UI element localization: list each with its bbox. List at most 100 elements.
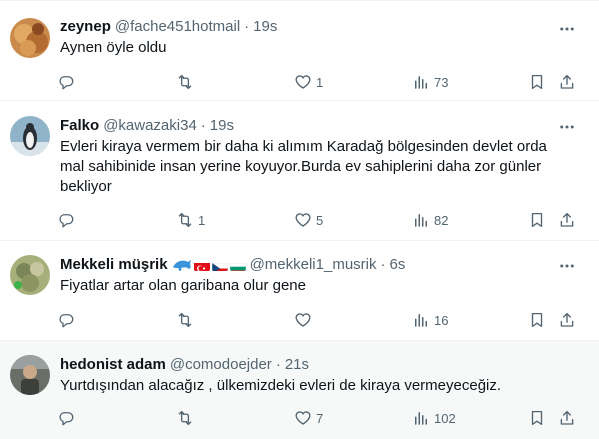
separator-dot: · — [380, 256, 386, 273]
retweet-icon — [178, 312, 192, 328]
display-name[interactable]: hedonist adam — [60, 355, 166, 375]
user-handle[interactable]: @kawazaki34 — [103, 116, 197, 136]
reply-button[interactable] — [57, 310, 79, 330]
tweet-text: Yurtdışından alacağız , ülkemizdeki evle… — [60, 376, 580, 396]
tweet[interactable]: hedonist adam @comodoejder · 21s Yurtdış… — [0, 341, 599, 439]
more-options-icon[interactable] — [557, 117, 577, 137]
tweet-text-line: Aynen öyle oldu — [60, 39, 167, 56]
reply-button[interactable] — [57, 72, 79, 92]
like-button[interactable]: 1 — [294, 72, 323, 92]
heart-icon — [295, 75, 311, 89]
views-button[interactable]: 102 — [412, 408, 456, 428]
tweet-header: hedonist adam @comodoejder · 21s — [60, 355, 309, 375]
display-name[interactable]: zeynep — [60, 17, 111, 37]
like-count: 7 — [316, 410, 324, 426]
share-button[interactable] — [558, 408, 576, 428]
tweet-actions: 1 73 — [52, 72, 582, 92]
tweet-actions: 1 5 82 — [52, 210, 582, 230]
display-name[interactable]: Falko — [60, 116, 99, 136]
tweet-text: Aynen öyle oldu — [60, 38, 580, 58]
views-button[interactable]: 73 — [412, 72, 448, 92]
timestamp[interactable]: 19s — [253, 17, 277, 37]
heart-icon — [295, 313, 311, 327]
tweet-text-line: mal sahibinide insan yerine koyuyor.Burd… — [60, 158, 542, 175]
tweet-text: Fiyatlar artar olan garibana olur gene — [60, 276, 580, 296]
avatar[interactable] — [10, 18, 50, 58]
avatar[interactable] — [10, 255, 50, 295]
bookmark-button[interactable] — [528, 310, 546, 330]
share-icon — [560, 410, 574, 425]
views-button[interactable]: 16 — [412, 310, 448, 330]
retweet-button[interactable] — [176, 408, 198, 428]
avatar[interactable] — [10, 116, 50, 156]
display-name[interactable]: Mekkeli müşrik — [60, 255, 168, 275]
like-count: 5 — [316, 212, 324, 228]
tweet-text: Evleri kiraya vermem bir daha ki alımım … — [60, 137, 580, 197]
reply-icon — [59, 412, 74, 426]
bookmark-icon — [531, 74, 543, 90]
more-options-icon[interactable] — [557, 256, 577, 276]
view-count: 16 — [434, 312, 449, 328]
user-handle[interactable]: @fache451hotmail — [115, 17, 240, 37]
view-count: 102 — [434, 410, 456, 426]
like-button[interactable]: 7 — [294, 408, 323, 428]
reply-icon — [59, 214, 74, 228]
tweet-text-line: Evleri kiraya vermem bir daha ki alımım … — [60, 138, 547, 155]
name-emojis — [172, 258, 246, 272]
views-button[interactable]: 82 — [412, 210, 448, 230]
czech-flag-icon — [211, 260, 228, 271]
reply-icon — [59, 314, 74, 328]
like-button[interactable] — [294, 310, 316, 330]
retweet-button[interactable] — [176, 310, 198, 330]
tweet[interactable]: Mekkeli müşrik @mekkeli1_musrik · 6s Fiy… — [0, 241, 599, 341]
tweet-actions: 16 — [52, 310, 582, 330]
retweet-count: 1 — [198, 212, 206, 228]
view-count: 82 — [434, 212, 449, 228]
timestamp[interactable]: 21s — [285, 355, 309, 375]
like-button[interactable]: 5 — [294, 210, 323, 230]
timestamp[interactable]: 19s — [210, 116, 234, 136]
tweet-header: zeynep @fache451hotmail · 19s — [60, 17, 277, 37]
retweet-button[interactable]: 1 — [176, 210, 205, 230]
analytics-icon — [415, 214, 427, 227]
tweet-text-line: Yurtdışından alacağız , ülkemizdeki evle… — [60, 377, 502, 394]
tweet[interactable]: Falko @kawazaki34 · 19s Evleri kiraya ve… — [0, 101, 599, 241]
dolphin-icon — [172, 260, 191, 271]
user-handle[interactable]: @mekkeli1_musrik — [250, 255, 377, 275]
tweet-text-line: bekliyor — [60, 178, 112, 195]
reply-icon — [59, 76, 74, 90]
timestamp[interactable]: 6s — [389, 255, 405, 275]
tweet-header: Falko @kawazaki34 · 19s — [60, 116, 234, 136]
share-icon — [560, 212, 574, 227]
bookmark-icon — [531, 410, 543, 426]
analytics-icon — [415, 76, 427, 89]
tweet-actions: 7 102 — [52, 408, 582, 428]
more-options-icon[interactable] — [557, 19, 577, 39]
separator-dot: · — [244, 18, 250, 35]
analytics-icon — [415, 314, 427, 327]
share-button[interactable] — [558, 310, 576, 330]
bookmark-button[interactable] — [528, 72, 546, 92]
like-count: 1 — [316, 74, 324, 90]
heart-icon — [295, 411, 311, 425]
bookmark-button[interactable] — [528, 210, 546, 230]
user-handle[interactable]: @comodoejder — [170, 355, 272, 375]
bookmark-icon — [531, 212, 543, 228]
retweet-icon — [178, 410, 192, 426]
share-icon — [560, 312, 574, 327]
retweet-icon — [178, 212, 192, 228]
tweet[interactable]: zeynep @fache451hotmail · 19s Aynen öyle… — [0, 1, 599, 101]
separator-dot: · — [275, 356, 281, 373]
turkey-flag-icon — [193, 260, 210, 271]
share-icon — [560, 74, 574, 89]
share-button[interactable] — [558, 72, 576, 92]
separator-dot: · — [200, 117, 206, 134]
reply-button[interactable] — [57, 408, 79, 428]
avatar[interactable] — [10, 355, 50, 395]
share-button[interactable] — [558, 210, 576, 230]
analytics-icon — [415, 412, 427, 425]
reply-button[interactable] — [57, 210, 79, 230]
bookmark-button[interactable] — [528, 408, 546, 428]
retweet-icon — [178, 74, 192, 90]
retweet-button[interactable] — [176, 72, 198, 92]
